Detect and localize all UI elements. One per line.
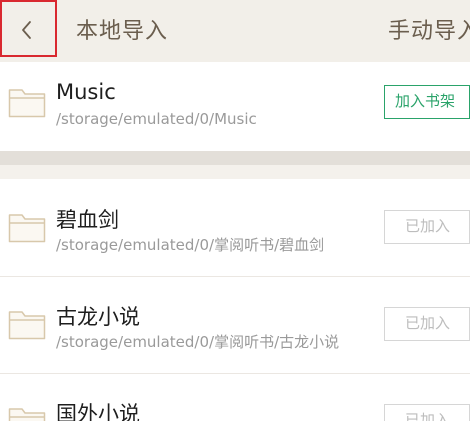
folder-path: /storage/emulated/0/掌阅听书/古龙小说 xyxy=(56,333,340,351)
folder-name: 国外小说 xyxy=(56,402,140,421)
added-button[interactable]: 已加入 xyxy=(384,404,470,421)
folder-name: 古龙小说 xyxy=(56,305,140,329)
list-item[interactable]: 国外小说 已加入 xyxy=(0,374,470,421)
folder-icon xyxy=(8,311,46,340)
folder-icon xyxy=(8,408,46,421)
folder-path: /storage/emulated/0/Music xyxy=(56,110,257,128)
page-title: 本地导入 xyxy=(76,19,169,44)
list-item[interactable]: Music /storage/emulated/0/Music 加入书架 xyxy=(0,62,470,151)
folder-name: 碧血剑 xyxy=(56,208,119,232)
folder-name: Music xyxy=(56,80,116,104)
local-import-screen: 本地导入 手动导入 Music /storage/emulated/0/Musi… xyxy=(0,0,470,421)
chevron-left-icon xyxy=(22,21,31,39)
tab-manual-import[interactable]: 手动导入 xyxy=(388,13,470,45)
header-bar: 本地导入 手动导入 xyxy=(0,0,470,62)
added-button[interactable]: 已加入 xyxy=(384,210,470,244)
folder-icon xyxy=(8,89,46,118)
back-button[interactable] xyxy=(0,0,57,57)
folder-icon xyxy=(8,214,46,243)
section-divider xyxy=(0,151,470,179)
section-divider-shade xyxy=(0,151,470,165)
list-item[interactable]: 碧血剑 /storage/emulated/0/掌阅听书/碧血剑 已加入 xyxy=(0,179,470,276)
add-to-shelf-button[interactable]: 加入书架 xyxy=(384,85,470,119)
added-button[interactable]: 已加入 xyxy=(384,307,470,341)
folder-path: /storage/emulated/0/掌阅听书/碧血剑 xyxy=(56,236,325,254)
list-item[interactable]: 古龙小说 /storage/emulated/0/掌阅听书/古龙小说 已加入 xyxy=(0,277,470,373)
